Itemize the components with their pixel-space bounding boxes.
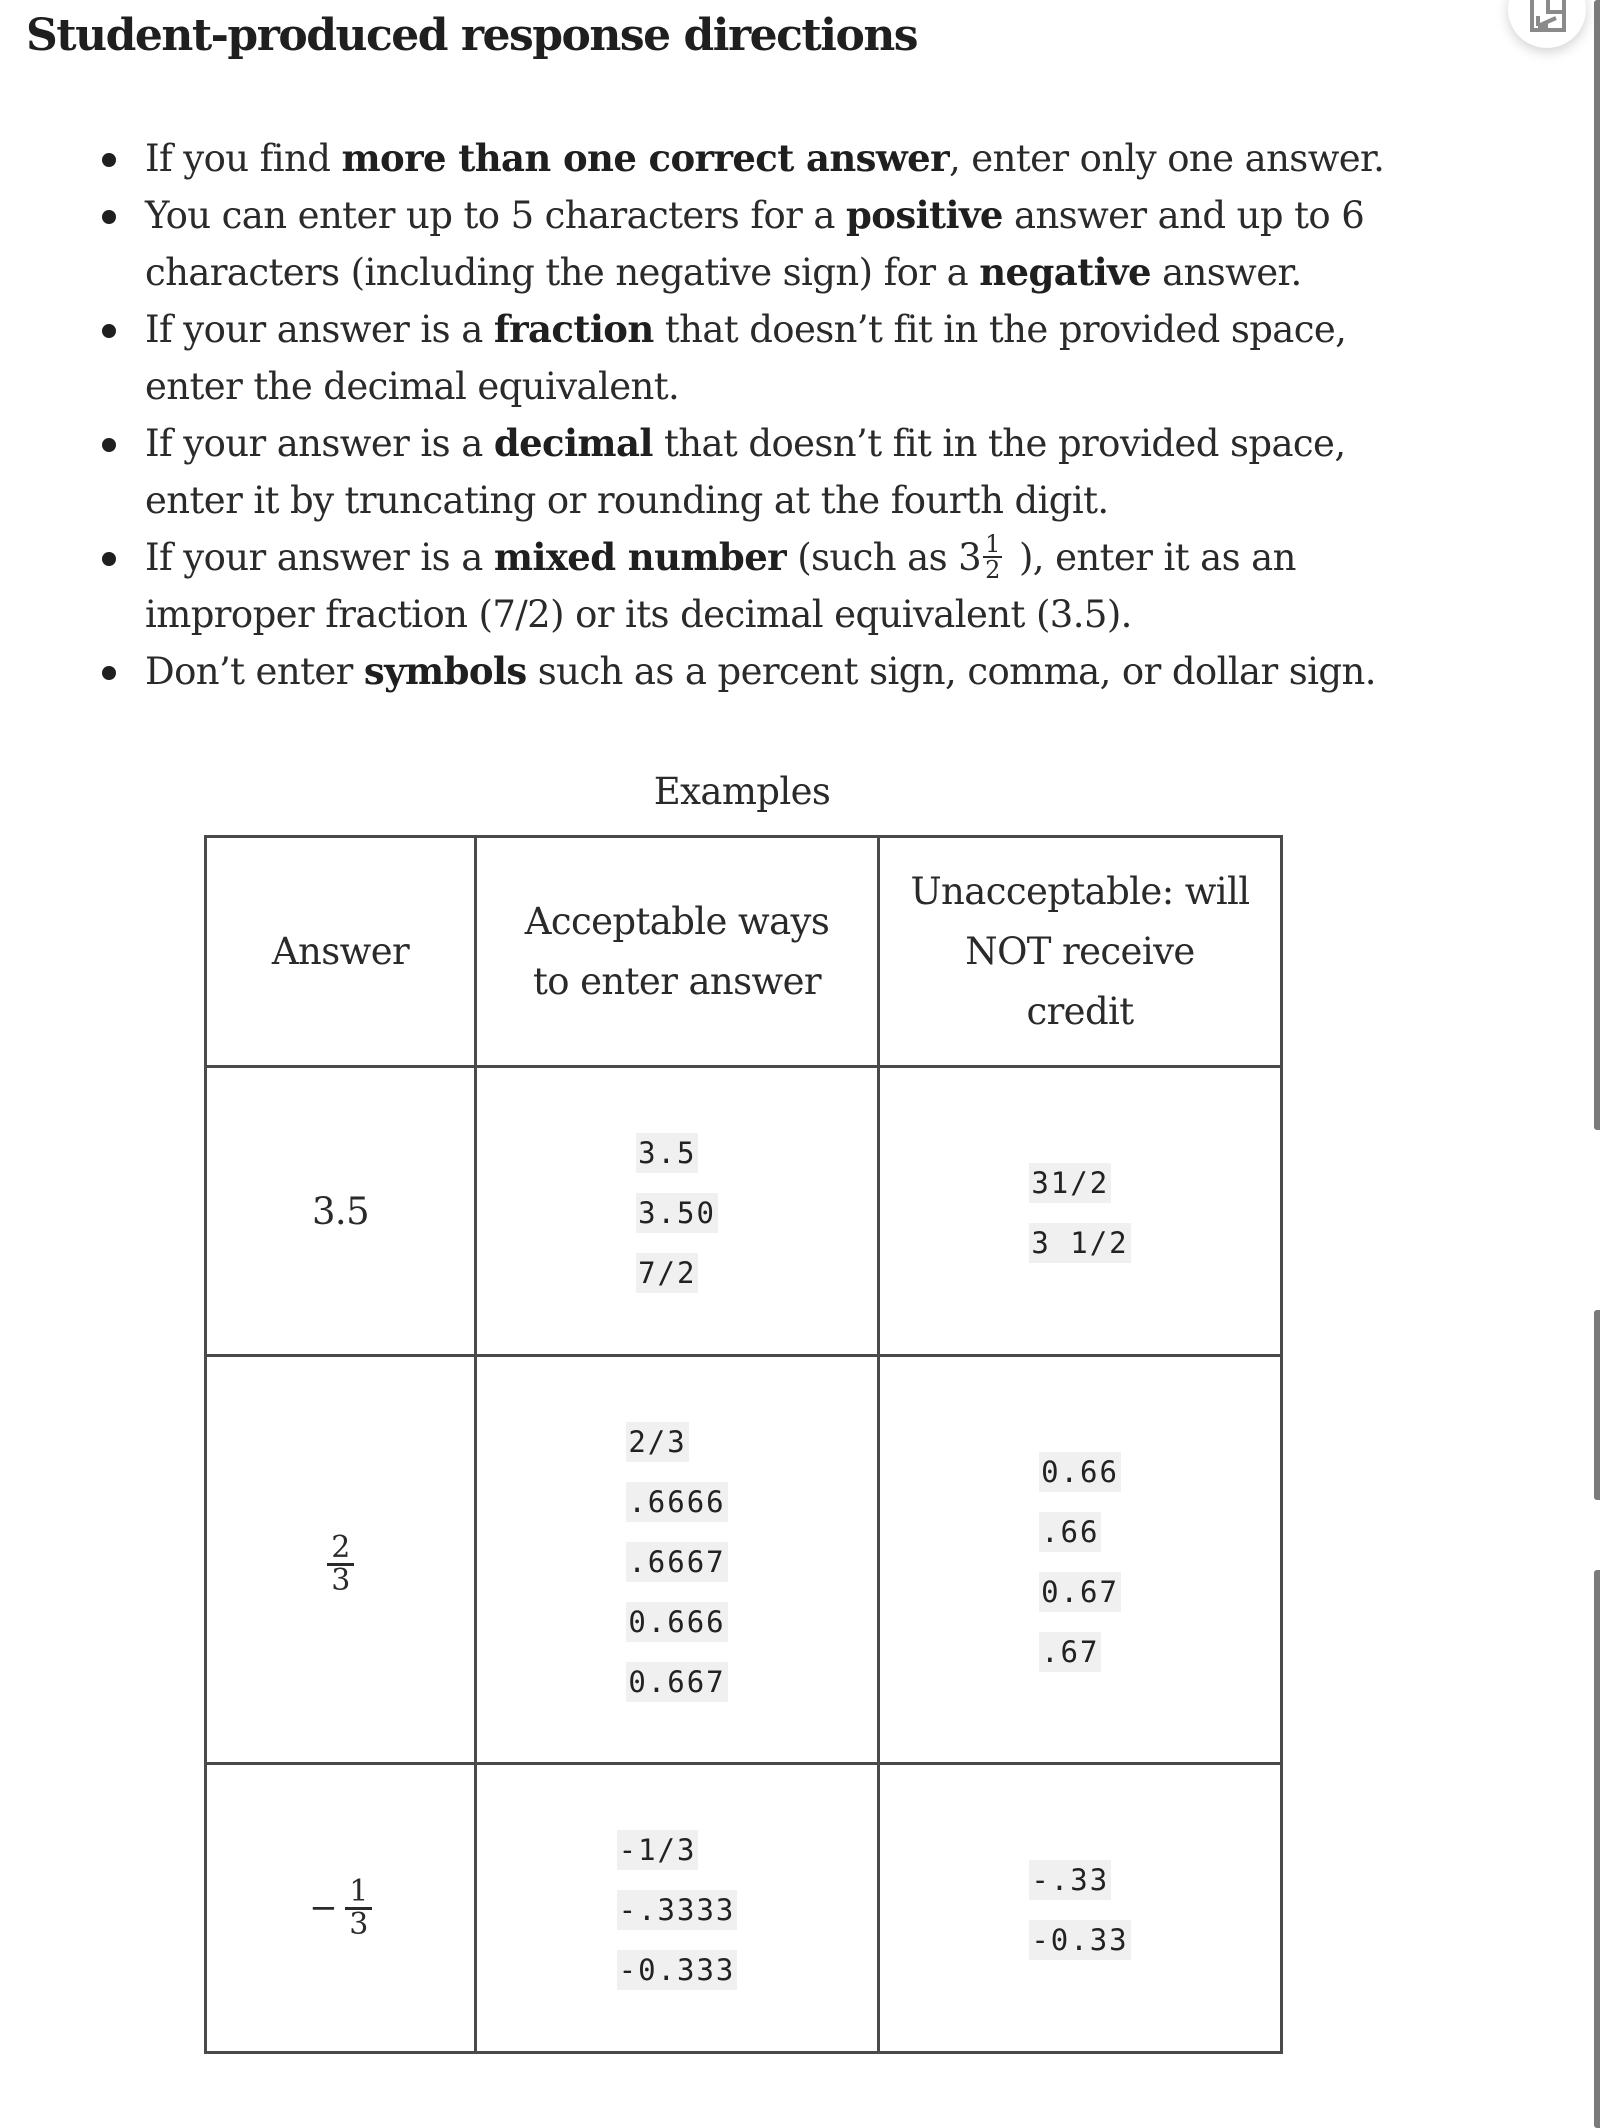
direction-item: Don’t enter symbols such as a percent si… bbox=[100, 643, 1450, 700]
acceptable-cell-list: 2/3 .6666 .6667 0.666 0.667 bbox=[626, 1421, 728, 1702]
unacceptable-entry: 3 1/2 bbox=[1029, 1223, 1131, 1263]
unacceptable-entry: .67 bbox=[1039, 1631, 1102, 1672]
table-row: 3.5 3.5 3.50 7/2 31/2 3 1/2 bbox=[204, 1065, 1283, 1357]
fraction-numerator: 1 bbox=[983, 529, 1002, 558]
bullet-icon bbox=[102, 210, 116, 224]
unacceptable-cell-list: -.33 -0.33 bbox=[1029, 1860, 1131, 1960]
unacceptable-entry: 31/2 bbox=[1029, 1163, 1112, 1203]
table-header-row: Answer Acceptable ways to enter answer U… bbox=[204, 835, 1283, 1068]
unacceptable-entry: -.33 bbox=[1029, 1860, 1112, 1900]
acceptable-cell-list: -1/3 -.3333 -0.333 bbox=[616, 1830, 738, 1990]
header-unacceptable: Unacceptable: will NOT receive credit bbox=[877, 835, 1283, 1068]
unacceptable-cell-list: 31/2 3 1/2 bbox=[1029, 1163, 1131, 1263]
emphasis-text: negative bbox=[979, 250, 1151, 294]
minus-sign: − bbox=[309, 1888, 338, 1928]
fraction-denominator: 3 bbox=[349, 1906, 368, 1942]
fraction-denominator: 3 bbox=[331, 1563, 350, 1598]
scrollbar-segment[interactable] bbox=[1594, 1570, 1600, 2128]
popout-button[interactable] bbox=[1508, 0, 1586, 48]
direction-item: If your answer is a decimal that doesn’t… bbox=[100, 415, 1450, 529]
direction-item: If your answer is a fraction that doesn’… bbox=[100, 301, 1450, 415]
popout-window-icon bbox=[1530, 0, 1566, 32]
examples-caption: Examples bbox=[653, 770, 831, 813]
direction-item: If your answer is a mixed number (such a… bbox=[100, 529, 1450, 643]
answer-cell: 3.5 bbox=[204, 1065, 477, 1357]
scrollbar-segment[interactable] bbox=[1594, 0, 1600, 1130]
acceptable-cell-list: 3.5 3.50 7/2 bbox=[636, 1133, 718, 1293]
header-acceptable: Acceptable ways to enter answer bbox=[474, 835, 880, 1068]
acceptable-cell: 3.5 3.50 7/2 bbox=[474, 1065, 880, 1357]
emphasis-text: fraction bbox=[493, 307, 654, 351]
table-row: 2 3 2/3 .6666 .6667 0.666 0.667 0.66 .66 0.67 .67 bbox=[204, 1354, 1283, 1765]
answer-fraction: −1 3 bbox=[309, 1876, 372, 1942]
acceptable-cell: -1/3 -.3333 -0.333 bbox=[474, 1762, 880, 2054]
unacceptable-cell: -.33 -0.33 bbox=[877, 1762, 1283, 2054]
emphasis-text: positive bbox=[846, 193, 1003, 237]
acceptable-entry: 2/3 bbox=[626, 1421, 689, 1462]
acceptable-entry: 0.666 bbox=[626, 1601, 728, 1642]
fraction-numerator: 1 bbox=[345, 1876, 372, 1910]
answer-fraction: 23 bbox=[327, 1533, 354, 1596]
header-answer: Answer bbox=[204, 835, 477, 1068]
table-row: −1 3 -1/3 -.3333 -0.333 -.33 -0.33 bbox=[204, 1762, 1283, 2054]
inline-fraction: 12 bbox=[983, 532, 1002, 582]
unacceptable-entry: 0.66 bbox=[1039, 1451, 1121, 1492]
bullet-icon bbox=[102, 153, 116, 167]
acceptable-entry: -.3333 bbox=[616, 1890, 738, 1930]
answer-cell: −1 3 bbox=[204, 1762, 477, 2054]
directions-list: If you find more than one correct answer… bbox=[100, 130, 1450, 700]
acceptable-cell: 2/3 .6666 .6667 0.666 0.667 bbox=[474, 1354, 880, 1765]
bullet-icon bbox=[102, 666, 116, 680]
bullet-icon bbox=[102, 552, 116, 566]
unacceptable-cell-list: 0.66 .66 0.67 .67 bbox=[1039, 1451, 1121, 1672]
direction-item: If you find more than one correct answer… bbox=[100, 130, 1450, 187]
fraction-denominator: 2 bbox=[985, 555, 1000, 584]
acceptable-entry: .6667 bbox=[626, 1541, 728, 1582]
emphasis-text: symbols bbox=[363, 649, 527, 693]
acceptable-entry: -1/3 bbox=[616, 1830, 699, 1870]
direction-item: You can enter up to 5 characters for a p… bbox=[100, 187, 1450, 301]
bullet-icon bbox=[102, 324, 116, 338]
acceptable-entry: -0.333 bbox=[616, 1950, 738, 1990]
scrollbar-segment[interactable] bbox=[1594, 1310, 1600, 1500]
emphasis-text: more than one correct answer bbox=[341, 136, 949, 180]
page-title: Student-produced response directions bbox=[26, 10, 919, 61]
acceptable-entry: .6666 bbox=[626, 1481, 728, 1522]
unacceptable-entry: .66 bbox=[1039, 1511, 1102, 1552]
fraction-numerator: 2 bbox=[327, 1533, 354, 1566]
emphasis-text: mixed number bbox=[493, 535, 787, 579]
examples-table: Answer Acceptable ways to enter answer U… bbox=[204, 835, 1283, 2054]
acceptable-entry: 0.667 bbox=[626, 1661, 728, 1702]
acceptable-entry: 7/2 bbox=[636, 1253, 699, 1293]
unacceptable-entry: -0.33 bbox=[1029, 1920, 1131, 1960]
emphasis-text: decimal bbox=[493, 421, 654, 465]
acceptable-entry: 3.5 bbox=[636, 1133, 699, 1173]
answer-cell: 23 bbox=[204, 1354, 477, 1765]
acceptable-entry: 3.50 bbox=[636, 1193, 718, 1233]
unacceptable-entry: 0.67 bbox=[1039, 1571, 1121, 1612]
unacceptable-cell: 31/2 3 1/2 bbox=[877, 1065, 1283, 1357]
bullet-icon bbox=[102, 438, 116, 452]
unacceptable-cell: 0.66 .66 0.67 .67 bbox=[877, 1354, 1283, 1765]
